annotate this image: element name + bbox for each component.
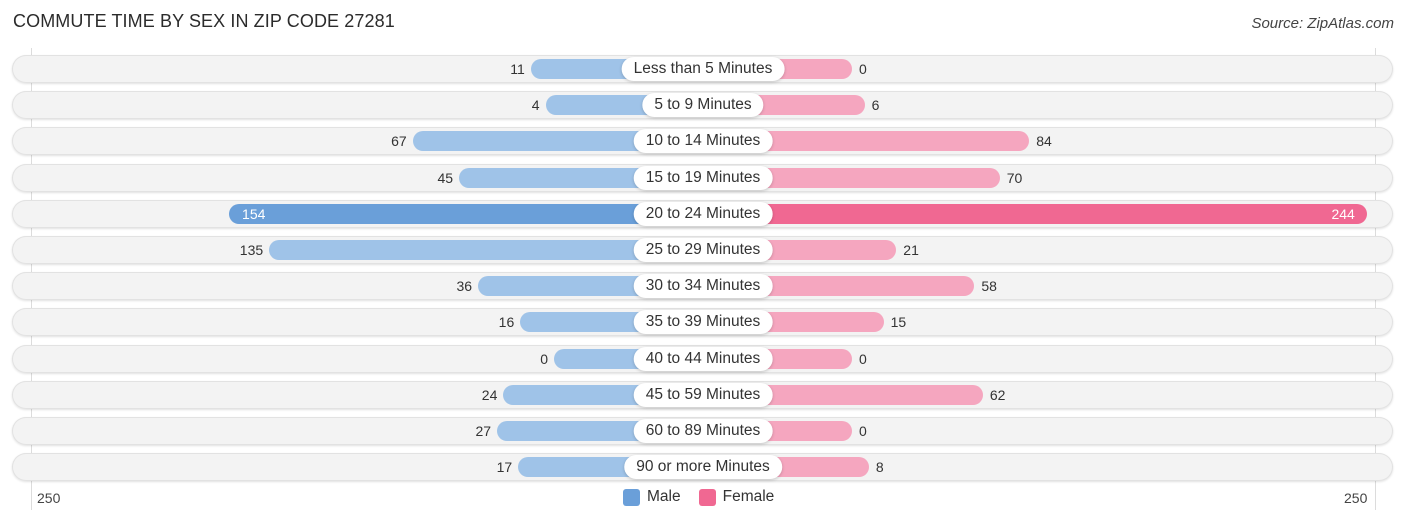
value-label-female: 58: [981, 278, 997, 294]
legend-swatch-female: [698, 488, 716, 506]
value-label-female: 70: [1006, 170, 1023, 186]
category-label: 25 to 29 Minutes: [633, 238, 773, 262]
value-label-female: 8: [875, 459, 884, 475]
value-label-male: 27: [475, 423, 492, 439]
value-label-male: 17: [496, 459, 513, 475]
value-label-male: 135: [239, 242, 264, 258]
value-label-female: 21: [903, 242, 919, 258]
value-label-male: 36: [456, 278, 473, 294]
value-label-female: 15: [890, 314, 907, 330]
category-label: 60 to 89 Minutes: [633, 419, 773, 443]
category-label: 35 to 39 Minutes: [633, 310, 773, 334]
legend-swatch-male: [623, 488, 640, 506]
category-label: 45 to 59 Minutes: [633, 383, 773, 407]
value-label-male: 67: [391, 133, 407, 149]
value-label-female: 62: [989, 387, 1006, 403]
category-label: 90 or more Minutes: [624, 455, 782, 479]
category-label: 20 to 24 Minutes: [633, 202, 773, 226]
legend-label-male: Male: [647, 488, 681, 505]
category-label: 15 to 19 Minutes: [633, 166, 773, 190]
value-label-male: 24: [481, 387, 498, 403]
category-label: 5 to 9 Minutes: [642, 93, 764, 117]
category-label: 10 to 14 Minutes: [633, 129, 773, 153]
value-label-female: 0: [859, 61, 867, 77]
value-label-male: 4: [531, 97, 540, 113]
value-label-male: 11: [510, 61, 525, 77]
value-label-female: 0: [859, 423, 867, 439]
legend-label-female: Female: [722, 488, 775, 505]
bar-male: [229, 204, 703, 224]
axis-label-right: 250: [1344, 490, 1368, 506]
value-label-male: 0: [540, 351, 548, 367]
bar-female: [703, 204, 1367, 224]
legend: Male Female: [623, 488, 792, 506]
value-label-female: 244: [1331, 206, 1355, 222]
category-label: Less than 5 Minutes: [621, 57, 785, 81]
value-label-female: 84: [1036, 133, 1052, 149]
value-label-male: 16: [498, 314, 515, 330]
chart-area: 11 0 Less than 5 Minutes 4 6 5 to 9 Minutes 67…: [0, 0, 1406, 523]
value-label-female: 6: [871, 97, 880, 113]
value-label-male: 45: [437, 170, 454, 186]
category-label: 40 to 44 Minutes: [633, 347, 773, 371]
legend-item-male: Male: [623, 488, 681, 506]
value-label-male: 154: [242, 206, 266, 222]
axis-label-left: 250: [37, 490, 61, 506]
value-label-female: 0: [859, 351, 867, 367]
legend-item-female: Female: [698, 488, 775, 506]
category-label: 30 to 34 Minutes: [633, 274, 773, 298]
